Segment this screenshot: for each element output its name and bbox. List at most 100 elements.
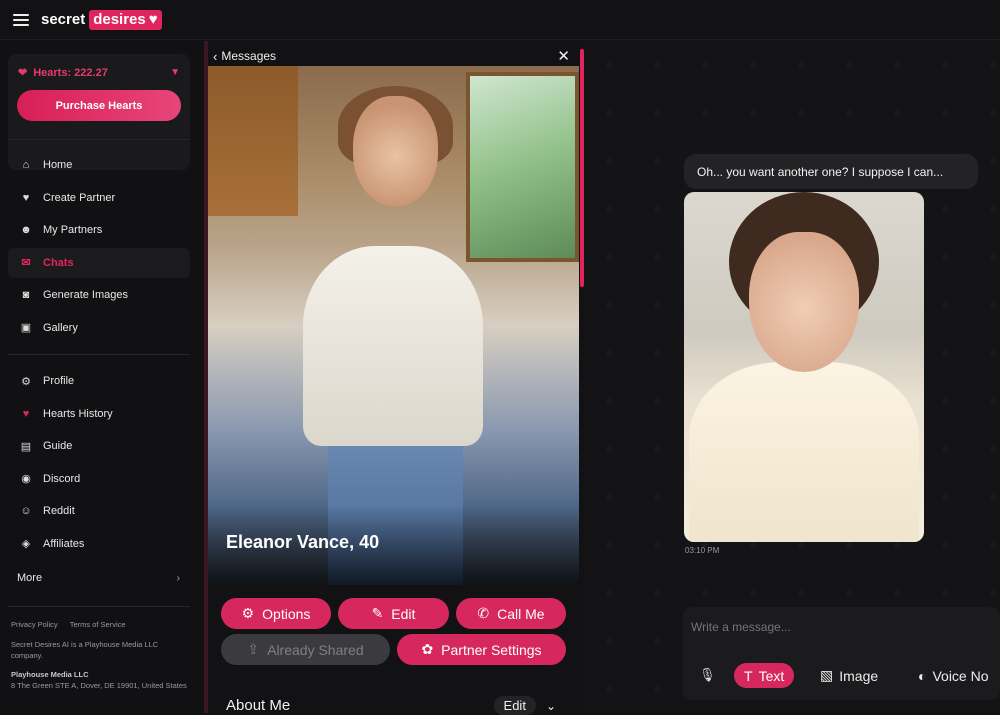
heart-icon: ♥ xyxy=(22,407,30,420)
sidebar-item-label: My Partners xyxy=(43,224,103,236)
message-input[interactable] xyxy=(691,620,991,634)
company-name: Playhouse Media LLC xyxy=(11,670,89,679)
message-composer: 🎙 T Text ▧ Image ◐ Voice No xyxy=(683,607,1000,700)
chevron-down-icon: ▼ xyxy=(170,67,180,78)
about-me-title: About Me xyxy=(226,697,291,714)
sidebar-item-label: Profile xyxy=(43,375,75,387)
sidebar-item-discord[interactable]: ◉ Discord xyxy=(8,464,190,494)
sidebar: ❤ Hearts: 222.27 ▼ Purchase Hearts ⌂ Home… xyxy=(0,41,200,713)
sidebar-item-label: Hearts History xyxy=(43,407,113,420)
partner-photo[interactable] xyxy=(208,66,579,585)
nav-secondary: ⚙ Profile ♥ Hearts History ▤ Guide ◉ Discord… xyxy=(8,366,190,561)
chevron-left-icon[interactable]: ‹ xyxy=(213,49,217,64)
heart-shield-icon: ♥ xyxy=(22,191,30,204)
heart-icon: ❤ xyxy=(18,67,28,79)
partner-settings-label: Partner Settings xyxy=(441,641,542,658)
text-mode-label: Text xyxy=(758,667,785,684)
top-bar: secret desires ♥ xyxy=(0,0,1000,40)
users-icon: ☻ xyxy=(20,224,32,236)
logo-word-desires: desires ♥ xyxy=(89,9,162,30)
text-icon: T xyxy=(744,667,753,684)
sidebar-item-my-partners[interactable]: ☻ My Partners xyxy=(8,215,190,245)
sidebar-item-label: Guide xyxy=(43,440,73,452)
book-icon: ▤ xyxy=(20,440,32,453)
sidebar-item-label: Chats xyxy=(43,256,74,269)
close-icon[interactable]: ✕ xyxy=(557,47,570,65)
partner-settings-button[interactable]: ✿ Partner Settings xyxy=(397,634,566,665)
heart-icon: ♥ xyxy=(148,10,158,28)
voice-icon: ◐ xyxy=(918,667,927,684)
sidebar-item-label: Create Partner xyxy=(43,191,116,204)
camera-icon: ◙ xyxy=(22,289,30,301)
sidebar-item-label: Affiliates xyxy=(43,537,85,550)
back-to-messages-link[interactable]: Messages xyxy=(221,49,276,63)
sidebar-item-affiliates[interactable]: ◈ Affiliates xyxy=(8,529,190,559)
image-icon: ▧ xyxy=(820,667,834,683)
edit-label: Edit xyxy=(391,605,416,622)
voice-mode-button[interactable]: ◐ Voice No xyxy=(918,663,989,688)
hearts-balance-toggle[interactable]: ❤ Hearts: 222.27 ▼ xyxy=(18,66,180,80)
company-address: 8 The Green STE A, Dover, DE 19901, Unit… xyxy=(11,681,187,690)
photo-blouse xyxy=(303,246,483,446)
chevron-down-icon[interactable]: ⌄ xyxy=(546,699,556,713)
image-shirt xyxy=(689,362,919,542)
gear-icon: ⚙ xyxy=(241,605,255,621)
sidebar-divider xyxy=(8,606,190,607)
chat-image[interactable] xyxy=(684,192,924,542)
sidebar-item-home[interactable]: ⌂ Home xyxy=(8,150,190,180)
sidebar-item-guide[interactable]: ▤ Guide xyxy=(8,431,190,461)
more-menu[interactable]: More › xyxy=(17,572,180,584)
options-label: Options xyxy=(262,605,311,622)
call-me-label: Call Me xyxy=(497,605,545,622)
photo-face xyxy=(353,96,438,206)
sidebar-item-profile[interactable]: ⚙ Profile xyxy=(8,366,190,396)
sidebar-item-gallery[interactable]: ▣ Gallery xyxy=(8,313,190,343)
gallery-icon: ▣ xyxy=(20,322,32,334)
call-me-button[interactable]: ✆ Call Me xyxy=(456,598,566,629)
message-bubble: Oh... you want another one? I suppose I … xyxy=(684,154,978,189)
phone-icon: ✆ xyxy=(477,605,490,621)
edit-button[interactable]: ✎ Edit xyxy=(338,598,449,629)
about-me-section: About Me Edit ⌄ xyxy=(226,696,556,715)
logo-word-desires-text: desires xyxy=(93,10,146,28)
reddit-icon: ☺ xyxy=(20,505,32,517)
sidebar-item-reddit[interactable]: ☺ Reddit xyxy=(8,496,190,526)
sidebar-item-hearts-history[interactable]: ♥ Hearts History xyxy=(8,399,190,429)
sidebar-item-label: Gallery xyxy=(43,321,78,334)
chat-icon: ✉ xyxy=(21,257,31,269)
more-label: More xyxy=(17,572,43,584)
hamburger-menu-icon[interactable] xyxy=(13,13,29,26)
panel-header: ‹ Messages ✕ xyxy=(208,41,579,71)
logo[interactable]: secret desires ♥ xyxy=(41,9,162,30)
settings-icon: ✿ xyxy=(421,641,434,657)
about-edit-button[interactable]: Edit xyxy=(493,696,536,715)
image-mode-button[interactable]: ▧ Image xyxy=(820,663,878,688)
already-shared-label: Already Shared xyxy=(267,641,364,658)
nav-primary: ⌂ Home ♥ Create Partner ☻ My Partners ✉ Chat… xyxy=(8,150,190,345)
sidebar-item-label: Home xyxy=(43,159,73,171)
terms-of-service-link[interactable]: Terms of Service xyxy=(70,619,126,630)
microphone-icon[interactable]: 🎙 xyxy=(699,667,716,683)
chat-area: Oh... you want another one? I suppose I … xyxy=(585,41,1000,713)
message-text: Oh... you want another one? I suppose I … xyxy=(697,164,944,179)
voice-mode-label: Voice No xyxy=(932,667,989,684)
sidebar-item-generate-images[interactable]: ◙ Generate Images xyxy=(8,280,190,310)
sidebar-item-chats[interactable]: ✉ Chats xyxy=(8,247,190,278)
text-mode-button[interactable]: T Text xyxy=(734,663,795,688)
sidebar-item-create-partner[interactable]: ♥ Create Partner xyxy=(8,183,190,213)
logo-word-secret: secret xyxy=(41,11,86,28)
sidebar-divider xyxy=(8,354,190,355)
company-notice: Secret Desires AI is a Playhouse Media L… xyxy=(11,640,159,660)
panel-scrollbar[interactable] xyxy=(580,49,584,287)
image-face xyxy=(749,232,859,372)
options-button[interactable]: ⚙ Options xyxy=(221,598,331,629)
sidebar-item-label: Generate Images xyxy=(43,289,128,301)
image-mode-label: Image xyxy=(839,667,879,684)
share-icon: ⇪ xyxy=(247,641,260,657)
purchase-hearts-button[interactable]: Purchase Hearts xyxy=(17,90,181,121)
privacy-policy-link[interactable]: Privacy Policy xyxy=(11,619,58,630)
sidebar-item-label: Reddit xyxy=(43,505,75,517)
already-shared-button[interactable]: ⇪ Already Shared xyxy=(221,634,390,665)
sidebar-footer: Privacy Policy Terms of Service Secret D… xyxy=(11,619,191,691)
sidebar-item-label: Discord xyxy=(43,472,81,485)
